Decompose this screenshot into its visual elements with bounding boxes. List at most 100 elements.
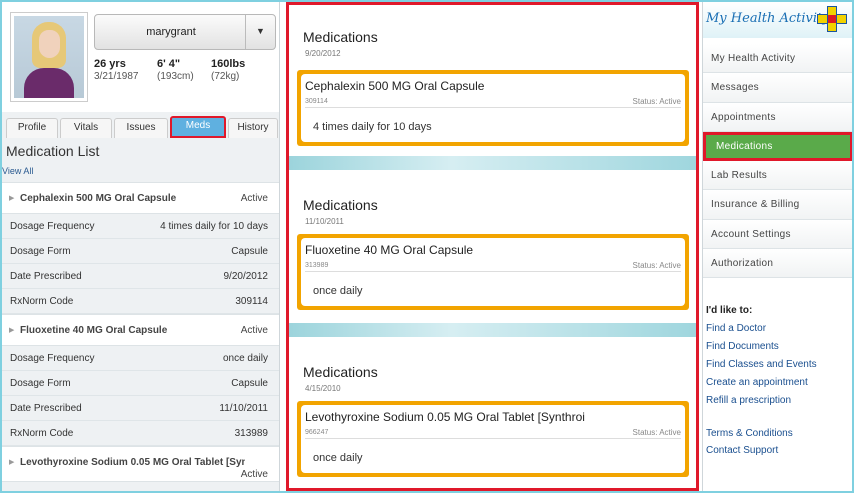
logo[interactable]: My Health Activity: [703, 2, 852, 38]
find-documents-link[interactable]: Find Documents: [706, 339, 817, 357]
avatar[interactable]: [10, 12, 88, 102]
field-label: Dosage Form: [10, 378, 71, 389]
medication-list-title: Medication List: [6, 143, 100, 159]
tab-history[interactable]: History: [228, 118, 278, 138]
med-status: Active: [240, 193, 268, 204]
section-heading: Medications: [303, 29, 378, 45]
create-appointment-link[interactable]: Create an appointment: [706, 375, 817, 393]
field-label: Date Prescribed: [10, 271, 82, 282]
section-divider: [289, 323, 696, 337]
section-date: 4/15/2010: [305, 384, 341, 393]
field-label: Dosage Frequency: [10, 221, 95, 232]
card-frequency: 4 times daily for 10 days: [313, 121, 432, 133]
list-item[interactable]: ▶ Cephalexin 500 MG Oral Capsule Active: [2, 182, 279, 214]
user-dropdown[interactable]: marygrant ▼: [94, 14, 276, 50]
profile-tabs: Profile Vitals Issues Meds History: [2, 116, 279, 140]
med-status: Active: [240, 469, 268, 480]
refill-prescription-link[interactable]: Refill a prescription: [706, 393, 817, 411]
footer-links: Terms & Conditions Contact Support: [706, 426, 793, 460]
detail-row: Dosage Form Capsule: [2, 239, 279, 264]
card-med-name: Cephalexin 500 MG Oral Capsule: [305, 79, 485, 93]
list-item[interactable]: ▶ Levothyroxine Sodium 0.05 MG Oral Tabl…: [2, 446, 279, 482]
like-heading: I'd like to:: [706, 305, 753, 316]
section-date: 9/20/2012: [305, 49, 341, 58]
chevron-down-icon[interactable]: ▼: [245, 15, 275, 49]
tab-meds[interactable]: Meds: [170, 116, 226, 138]
medication-card[interactable]: Levothyroxine Sodium 0.05 MG Oral Tablet…: [297, 401, 689, 477]
tab-profile[interactable]: Profile: [6, 118, 58, 138]
detail-row: Dosage Frequency once daily: [2, 346, 279, 371]
expand-arrow-icon[interactable]: ▶: [9, 458, 14, 466]
field-label: Dosage Frequency: [10, 353, 95, 364]
right-sidebar: My Health Activity My Health Activity Me…: [702, 2, 852, 491]
card-frequency: once daily: [313, 452, 363, 464]
medication-card[interactable]: Fluoxetine 40 MG Oral Capsule 313989 Sta…: [297, 234, 689, 310]
card-frequency: once daily: [313, 285, 363, 297]
nav-item-medications[interactable]: Medications: [703, 131, 852, 162]
nav-item-my-health-activity[interactable]: My Health Activity: [703, 44, 852, 74]
card-code: 313989: [305, 262, 329, 269]
medication-detail-panel: Medications 9/20/2012 Cephalexin 500 MG …: [286, 2, 699, 491]
medication-section: Medications 4/15/2010 Levothyroxine Sodi…: [289, 337, 696, 488]
field-value: 309114: [235, 296, 268, 307]
medication-card[interactable]: Cephalexin 500 MG Oral Capsule 309114 St…: [297, 70, 689, 146]
main-nav: My Health Activity Messages Appointments…: [703, 44, 852, 279]
weight-kg: (72kg): [211, 71, 240, 82]
field-value: 11/10/2011: [219, 403, 268, 414]
med-name: Levothyroxine Sodium 0.05 MG Oral Tablet…: [20, 457, 245, 468]
terms-link[interactable]: Terms & Conditions: [706, 426, 793, 443]
logo-text: My Health Activity: [706, 11, 830, 26]
find-doctor-link[interactable]: Find a Doctor: [706, 321, 817, 339]
dob: 3/21/1987: [94, 71, 139, 82]
medical-cross-icon: [817, 6, 847, 32]
list-item[interactable]: ▶ Fluoxetine 40 MG Oral Capsule Active: [2, 314, 279, 346]
contact-support-link[interactable]: Contact Support: [706, 443, 793, 460]
view-all-link[interactable]: View All: [2, 166, 33, 176]
field-value: 9/20/2012: [223, 271, 269, 282]
weight: 160lbs: [211, 58, 246, 70]
tab-issues[interactable]: Issues: [114, 118, 168, 138]
field-value: Capsule: [231, 246, 268, 257]
username: marygrant: [146, 26, 196, 38]
nav-item-messages[interactable]: Messages: [703, 73, 852, 103]
med-name: Cephalexin 500 MG Oral Capsule: [20, 193, 177, 204]
section-heading: Medications: [303, 197, 378, 213]
age: 26 yrs: [94, 58, 126, 70]
find-classes-link[interactable]: Find Classes and Events: [706, 357, 817, 375]
card-code: 966247: [305, 429, 329, 436]
card-code: 309114: [305, 98, 328, 105]
medication-section: Medications 11/10/2011 Fluoxetine 40 MG …: [289, 170, 696, 323]
field-value: Capsule: [231, 378, 268, 389]
card-status: Status: Active: [632, 428, 681, 437]
field-label: RxNorm Code: [10, 428, 74, 439]
expand-arrow-icon[interactable]: ▶: [9, 194, 14, 202]
med-name: Fluoxetine 40 MG Oral Capsule: [20, 325, 168, 336]
field-value: 313989: [234, 428, 268, 439]
nav-item-lab-results[interactable]: Lab Results: [703, 161, 852, 191]
nav-item-insurance-billing[interactable]: Insurance & Billing: [703, 190, 852, 220]
profile-header: marygrant ▼ 26 yrs 3/21/1987 6' 4" (193c…: [2, 2, 279, 112]
nav-item-authorization[interactable]: Authorization: [703, 249, 852, 279]
card-med-name: Fluoxetine 40 MG Oral Capsule: [305, 243, 474, 257]
med-status: Active: [240, 325, 268, 336]
tab-vitals[interactable]: Vitals: [60, 118, 112, 138]
profile-panel: marygrant ▼ 26 yrs 3/21/1987 6' 4" (193c…: [2, 2, 280, 491]
field-value: 4 times daily for 10 days: [160, 221, 268, 232]
nav-item-appointments[interactable]: Appointments: [703, 102, 852, 132]
section-divider: [289, 156, 696, 170]
detail-row: Date Prescribed 11/10/2011: [2, 396, 279, 421]
detail-row: Dosage Frequency 4 times daily for 10 day…: [2, 214, 279, 239]
section-date: 11/10/2011: [305, 217, 344, 226]
nav-item-account-settings[interactable]: Account Settings: [703, 219, 852, 250]
card-status: Status: Active: [632, 261, 681, 270]
field-label: Dosage Form: [10, 246, 71, 257]
detail-row: Date Prescribed 9/20/2012: [2, 264, 279, 289]
card-med-name: Levothyroxine Sodium 0.05 MG Oral Tablet…: [305, 410, 585, 424]
detail-row: Dosage Form Capsule: [2, 371, 279, 396]
app-frame: marygrant ▼ 26 yrs 3/21/1987 6' 4" (193c…: [2, 2, 852, 491]
height: 6' 4": [157, 58, 181, 70]
field-value: once daily: [222, 353, 268, 364]
card-status: Status: Active: [632, 97, 681, 106]
height-cm: (193cm): [157, 71, 194, 82]
expand-arrow-icon[interactable]: ▶: [9, 326, 14, 334]
